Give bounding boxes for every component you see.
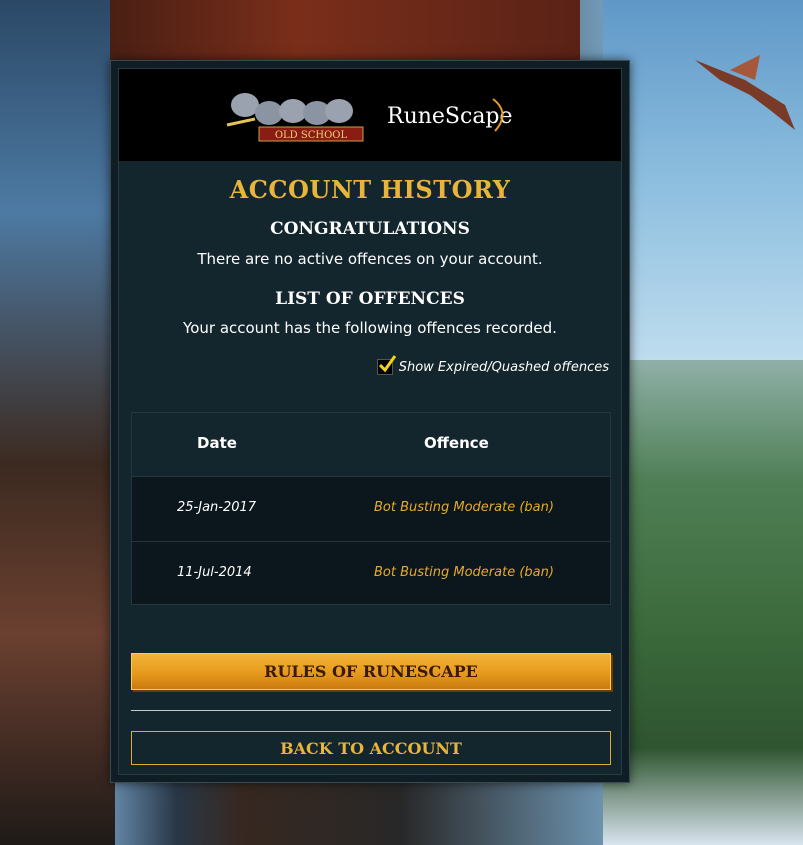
offence-date: 25-Jan-2017 — [177, 500, 257, 515]
checkmark-icon — [378, 355, 396, 373]
show-expired-filter[interactable]: Show Expired/Quashed offences — [376, 355, 609, 375]
old-school-runescape-logo: OLD SCHOOL — [226, 93, 364, 142]
table-header: Date Offence — [132, 413, 610, 477]
congratulations-heading: CONGRATULATIONS — [270, 219, 470, 239]
column-header-offence: Offence — [424, 434, 489, 452]
offence-name: Bot Busting Moderate (ban) — [374, 500, 554, 515]
list-of-offences-heading: LIST OF OFFENCES — [275, 289, 465, 309]
page-title: ACCOUNT HISTORY — [229, 175, 511, 204]
background-character-art — [0, 0, 115, 845]
show-expired-checkbox[interactable] — [376, 355, 396, 375]
show-expired-label[interactable]: Show Expired/Quashed offences — [399, 360, 609, 375]
divider — [131, 710, 611, 711]
offence-name: Bot Busting Moderate (ban) — [374, 565, 554, 580]
offences-table: Date Offence 25-Jan-2017 Bot Busting Mod… — [131, 412, 611, 605]
svg-text:OLD SCHOOL: OLD SCHOOL — [275, 130, 348, 141]
no-active-offences-text: There are no active offences on your acc… — [197, 250, 543, 268]
rules-of-runescape-button[interactable]: RULES OF RUNESCAPE — [131, 653, 611, 690]
account-history-panel: OLD SCHOOL RuneScape ACCOUNT HISTORY CON… — [110, 60, 630, 783]
offence-date: 11-Jul-2014 — [177, 565, 252, 580]
runescape-logo: RuneScape — [387, 98, 513, 132]
back-to-account-button[interactable]: BACK TO ACCOUNT — [131, 731, 611, 765]
table-row: 11-Jul-2014 Bot Busting Moderate (ban) — [132, 541, 610, 605]
panel-content: OLD SCHOOL RuneScape ACCOUNT HISTORY CON… — [118, 68, 622, 775]
background-roof — [110, 0, 580, 64]
background-landscape — [603, 360, 803, 845]
svg-text:RuneScape: RuneScape — [387, 104, 513, 129]
column-header-date: Date — [197, 434, 237, 452]
offences-recorded-text: Your account has the following offences … — [183, 319, 557, 337]
table-row: 25-Jan-2017 Bot Busting Moderate (ban) — [132, 477, 610, 541]
logo-header: OLD SCHOOL RuneScape — [119, 69, 621, 161]
dragon-illustration — [695, 55, 795, 130]
